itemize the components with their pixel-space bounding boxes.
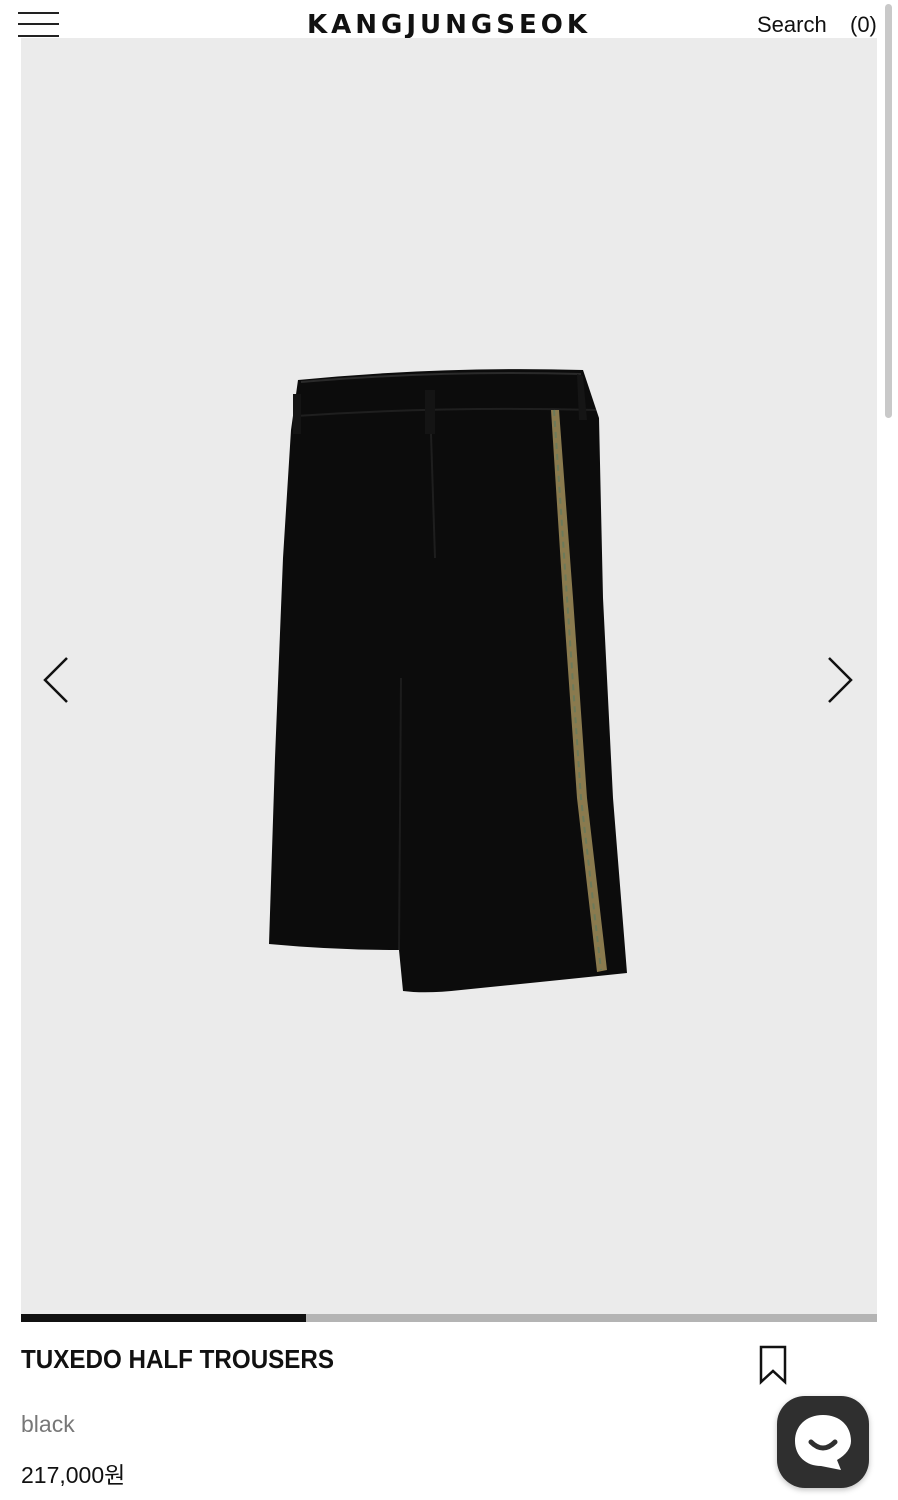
product-image (269, 369, 627, 993)
slider-progress-bar (21, 1314, 877, 1322)
chat-button[interactable] (777, 1396, 869, 1488)
cart-count-link[interactable]: (0) (850, 12, 877, 38)
product-image-slider[interactable] (21, 38, 877, 1314)
chevron-right-icon[interactable] (819, 650, 859, 710)
slider-progress-fill (21, 1314, 307, 1322)
search-link[interactable]: Search (757, 12, 827, 38)
product-price: 217,000원 (21, 1462, 126, 1488)
bookmark-icon[interactable] (756, 1344, 790, 1386)
chevron-left-icon[interactable] (35, 650, 75, 710)
scrollbar-thumb[interactable] (885, 4, 892, 418)
product-color: black (21, 1411, 75, 1437)
product-name: TUXEDO HALF TROUSERS (21, 1344, 335, 1374)
chat-bubble-icon (795, 1415, 851, 1470)
